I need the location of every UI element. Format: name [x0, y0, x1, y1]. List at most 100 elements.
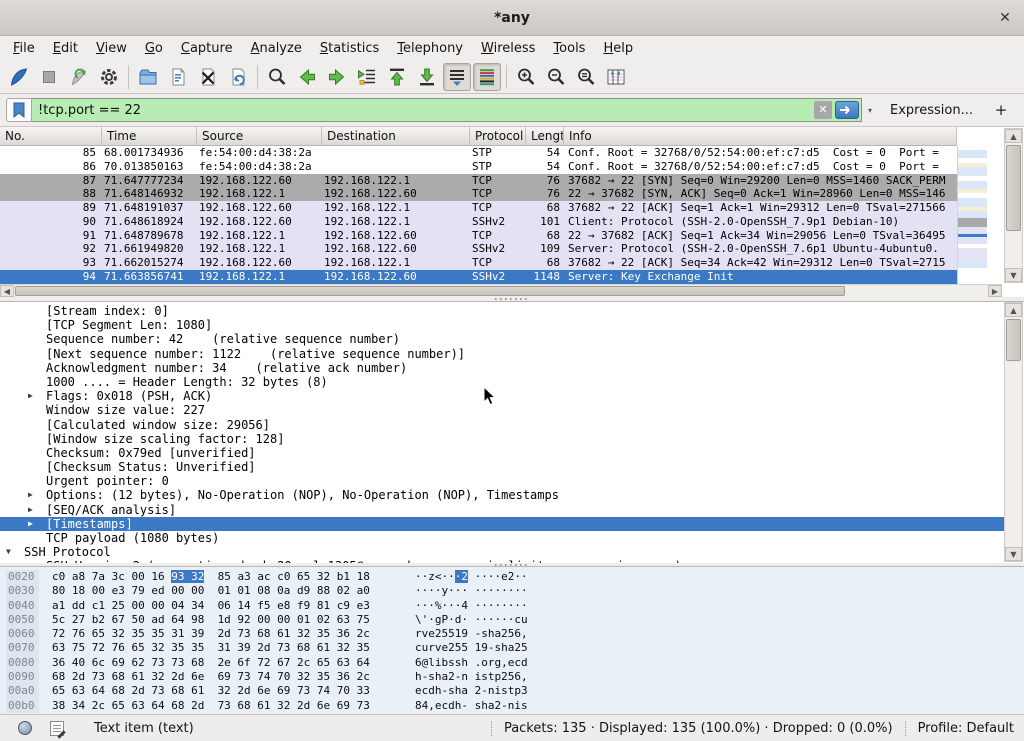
packet-list-header[interactable]: No.TimeSourceDestinationProtocolLengthIn… [0, 127, 957, 146]
resize-columns-button[interactable] [602, 63, 630, 91]
bytes[interactable]: 65 63 64 68 2d 73 68 61 32 2d 6e 69 73 7… [52, 684, 370, 697]
expander-open-icon[interactable]: ▼ [6, 545, 11, 559]
zoom-original-button[interactable] [572, 63, 600, 91]
menu-telephony[interactable]: Telephony [388, 38, 472, 59]
bytes[interactable]: 72 76 65 32 35 35 31 39 2d 73 68 61 32 3… [52, 627, 370, 640]
menu-help[interactable]: Help [594, 38, 642, 59]
scroll-down-arrow[interactable]: ▼ [1005, 268, 1022, 282]
scrollbar-thumb[interactable] [15, 286, 845, 296]
packet-row-86[interactable]: 8670.013850163fe:54:00:d4:38:2aSTP54Conf… [0, 160, 957, 174]
bytes[interactable]: \'·gP·d· ······cu [415, 613, 528, 626]
detail-line[interactable]: Sequence number: 42 (relative sequence n… [0, 332, 1004, 346]
menu-view[interactable]: View [87, 38, 136, 59]
packet-row-92[interactable]: 9271.661949820192.168.122.1192.168.122.6… [0, 242, 957, 256]
detail-line[interactable]: 1000 .... = Header Length: 32 bytes (8) [0, 375, 1004, 389]
column-header-source[interactable]: Source [197, 127, 322, 145]
bytes[interactable]: ecdh-sha 2-nistp3 [415, 684, 528, 697]
hex-row-0070[interactable]: 007063 75 72 76 65 32 35 35 31 39 2d 73 … [0, 641, 1024, 655]
scroll-down-arrow[interactable]: ▼ [1005, 547, 1022, 561]
detail-vertical-scrollbar[interactable]: ▲ ▼ [1004, 302, 1023, 562]
packet-row-89[interactable]: 8971.648191037192.168.122.60192.168.122.… [0, 201, 957, 215]
filter-clear-button[interactable]: ✕ [814, 101, 832, 119]
zoom-out-button[interactable] [542, 63, 570, 91]
hex-row-00b0[interactable]: 00b038 34 2c 65 63 64 68 2d 73 68 61 32 … [0, 699, 1024, 713]
find-packet-button[interactable] [263, 63, 291, 91]
filter-bookmark-button[interactable] [6, 98, 32, 122]
detail-line[interactable]: Checksum: 0x79ed [unverified] [0, 446, 1004, 460]
packet-row-91[interactable]: 9171.648789678192.168.122.1192.168.122.6… [0, 229, 957, 243]
hex-row-00a0[interactable]: 00a065 63 64 68 2d 73 68 61 32 2d 6e 69 … [0, 684, 1024, 698]
packet-row-93[interactable]: 9371.662015274192.168.122.60192.168.122.… [0, 256, 957, 270]
packet-list-horizontal-scrollbar[interactable]: ◀ ▶ [0, 284, 1002, 297]
hex-row-0080[interactable]: 008036 40 6c 69 62 73 73 68 2e 6f 72 67 … [0, 656, 1024, 670]
expander-closed-icon[interactable]: ▶ [28, 389, 33, 403]
column-header-protocol[interactable]: Protocol [470, 127, 526, 145]
bytes[interactable]: 6@libssh .org,ecd [415, 656, 528, 669]
hex-row-0050[interactable]: 00505c 27 b2 67 50 ad 64 98 1d 92 00 00 … [0, 613, 1024, 627]
close-file-button[interactable] [194, 63, 222, 91]
scroll-up-arrow[interactable]: ▲ [1005, 129, 1022, 143]
packet-list-vertical-scrollbar[interactable]: ▲ ▼ [1004, 128, 1023, 283]
menu-statistics[interactable]: Statistics [311, 38, 388, 59]
expander-closed-icon[interactable]: ▶ [28, 488, 33, 502]
stop-capture-button[interactable] [35, 63, 63, 91]
column-header-destination[interactable]: Destination [322, 127, 470, 145]
packet-row-88[interactable]: 8871.648146932192.168.122.1192.168.122.6… [0, 187, 957, 201]
display-filter-input[interactable] [38, 103, 814, 118]
column-header-info[interactable]: Info [564, 127, 957, 145]
menu-edit[interactable]: Edit [44, 38, 87, 59]
scroll-left-arrow[interactable]: ◀ [0, 285, 14, 297]
bytes[interactable]: rve25519 -sha256, [415, 627, 528, 640]
hex-row-0090[interactable]: 009068 2d 73 68 61 32 2d 6e 69 73 74 70 … [0, 670, 1024, 684]
bytes[interactable]: ····y··· ········ [415, 584, 528, 597]
bytes[interactable]: 84,ecdh- sha2-nis [415, 699, 528, 712]
menu-wireless[interactable]: Wireless [472, 38, 544, 59]
bytes[interactable]: ···%···4 ········ [415, 599, 528, 612]
bytes[interactable]: a1 dd c1 25 00 00 04 34 06 14 f5 e8 f9 8… [52, 599, 370, 612]
column-header-no[interactable]: No. [0, 127, 102, 145]
go-first-button[interactable] [383, 63, 411, 91]
restart-capture-button[interactable] [65, 63, 93, 91]
filter-add-button[interactable]: + [990, 101, 1012, 119]
hex-row-0060[interactable]: 006072 76 65 32 35 35 31 39 2d 73 68 61 … [0, 627, 1024, 641]
detail-line[interactable]: [Checksum Status: Unverified] [0, 460, 1004, 474]
detail-line[interactable]: ▶[SEQ/ACK analysis] [0, 503, 1004, 517]
expression-button[interactable]: Expression... [890, 103, 973, 118]
bytes[interactable]: 63 75 72 76 65 32 35 35 31 39 2d 73 68 6… [52, 641, 370, 654]
expander-closed-icon[interactable]: ▶ [28, 517, 33, 531]
detail-line[interactable]: ▶[Timestamps] [0, 517, 1004, 531]
packet-row-87[interactable]: 8771.647777234192.168.122.60192.168.122.… [0, 174, 957, 188]
filter-history-dropdown[interactable]: ▾ [868, 106, 872, 115]
detail-line[interactable]: Window size value: 227 [0, 403, 1004, 417]
expert-info-icon[interactable] [18, 721, 32, 735]
go-to-packet-button[interactable] [353, 63, 381, 91]
bytes[interactable]: ··z<·· [415, 570, 455, 583]
detail-line[interactable]: [TCP Segment Len: 1080] [0, 318, 1004, 332]
start-capture-button[interactable] [5, 63, 33, 91]
hex-row-0030[interactable]: 003080 18 00 e3 79 ed 00 00 01 01 08 0a … [0, 584, 1024, 598]
menu-analyze[interactable]: Analyze [242, 38, 311, 59]
capture-options-button[interactable] [95, 63, 123, 91]
bytes[interactable]: ····e2·· [468, 570, 528, 583]
detail-line[interactable]: ▶Options: (12 bytes), No-Operation (NOP)… [0, 488, 1004, 502]
detail-line[interactable]: Urgent pointer: 0 [0, 474, 1004, 488]
bytes[interactable]: h-sha2-n istp256, [415, 670, 528, 683]
detail-line[interactable]: [Calculated window size: 29056] [0, 418, 1004, 432]
bytes[interactable]: 80 18 00 e3 79 ed 00 00 01 01 08 0a d9 8… [52, 584, 370, 597]
filter-apply-button[interactable] [835, 101, 859, 119]
menu-capture[interactable]: Capture [172, 38, 242, 59]
zoom-in-button[interactable] [512, 63, 540, 91]
menu-go[interactable]: Go [136, 38, 172, 59]
detail-line[interactable]: ▼SSH Protocol [0, 545, 1004, 559]
selected-bytes[interactable]: 93 32 [171, 570, 204, 583]
auto-scroll-button[interactable] [443, 63, 471, 91]
bytes[interactable]: 85 a3 ac c0 65 32 b1 18 [204, 570, 370, 583]
menu-tools[interactable]: Tools [544, 38, 594, 59]
scroll-right-arrow[interactable]: ▶ [988, 285, 1002, 297]
go-last-button[interactable] [413, 63, 441, 91]
selected-bytes[interactable]: ·2 [455, 570, 468, 583]
packet-row-94[interactable]: 9471.663856741192.168.122.1192.168.122.6… [0, 270, 957, 284]
scrollbar-thumb[interactable] [1006, 145, 1021, 231]
scroll-up-arrow[interactable]: ▲ [1005, 303, 1022, 317]
bytes[interactable]: 68 2d 73 68 61 32 2d 6e 69 73 74 70 32 3… [52, 670, 370, 683]
